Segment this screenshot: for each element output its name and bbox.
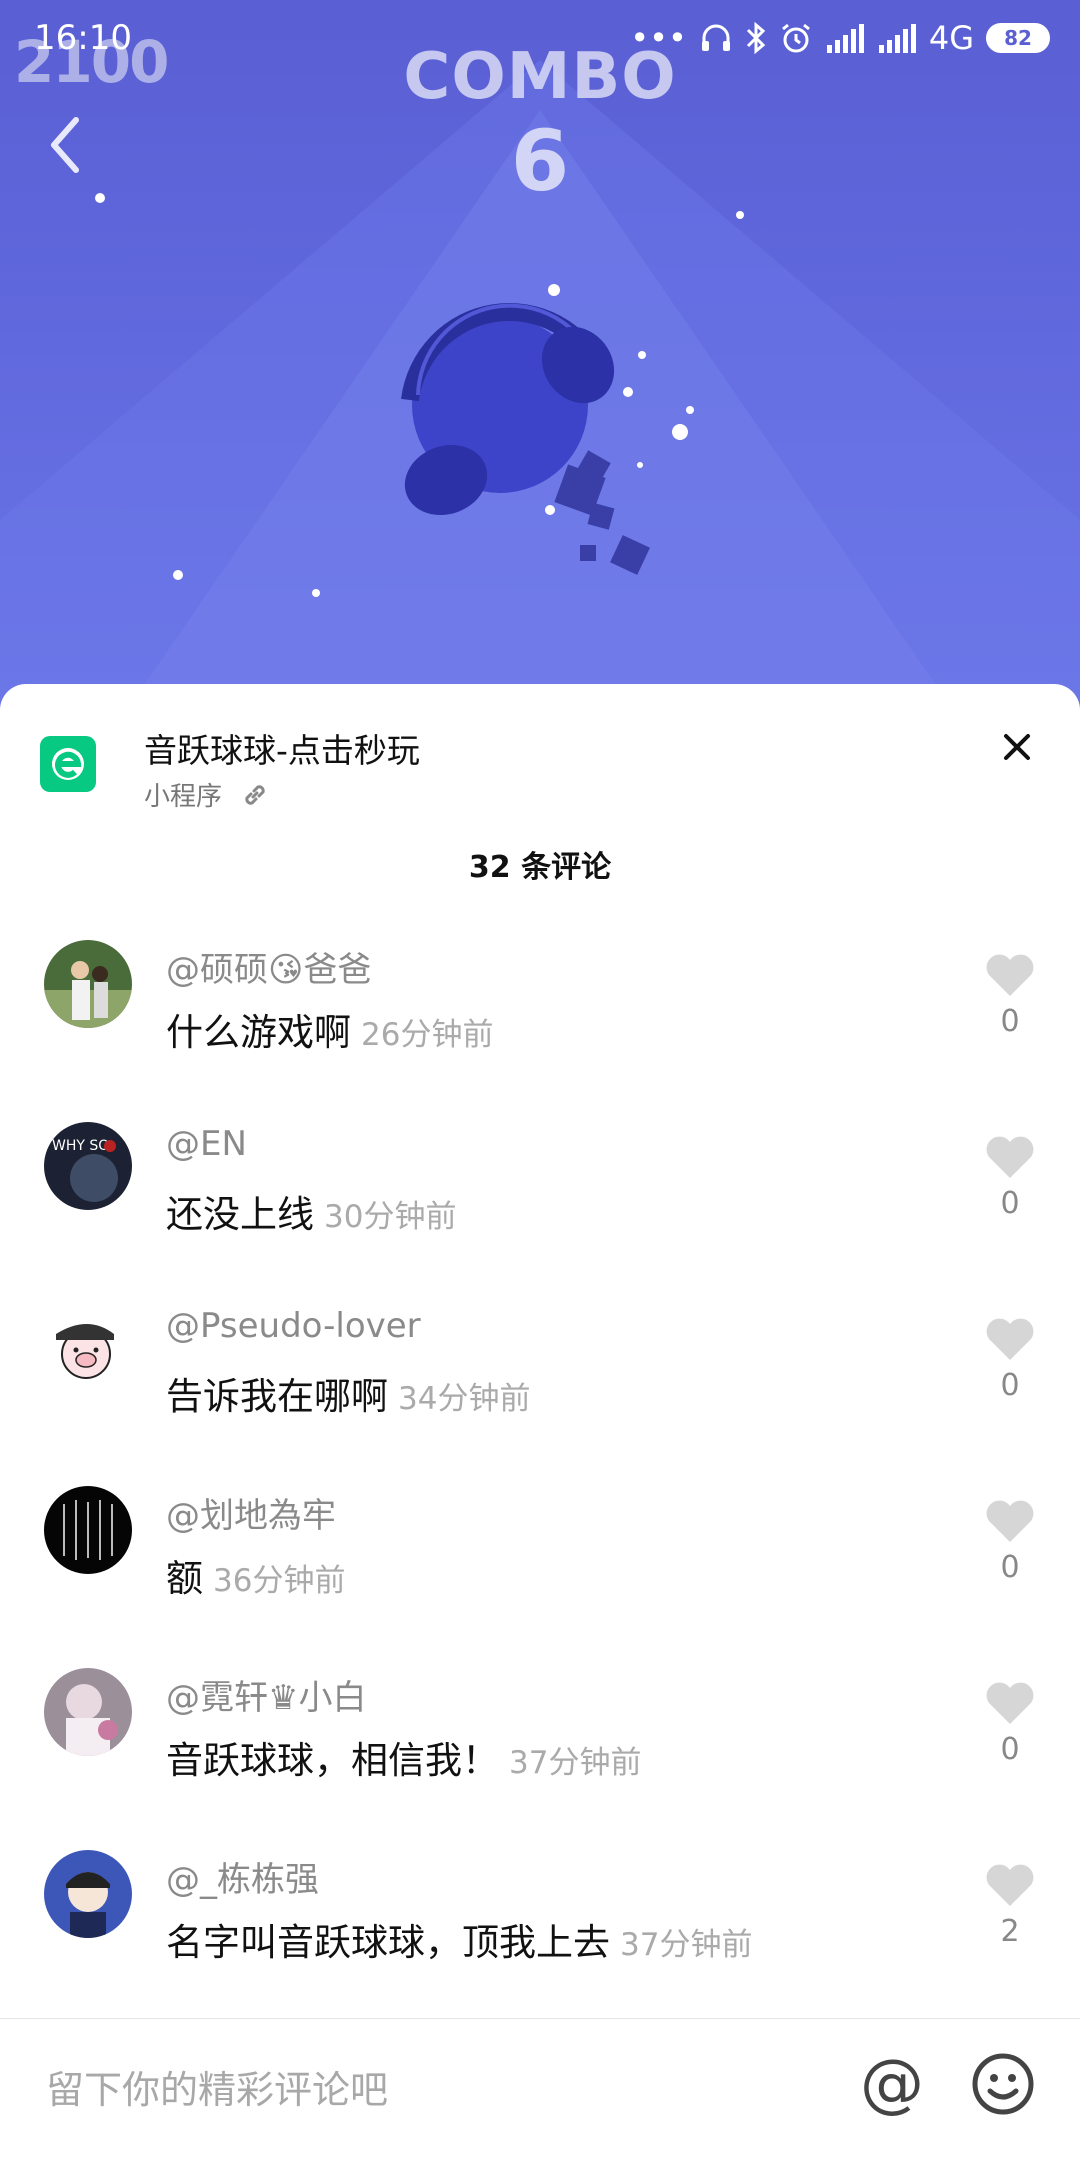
comment-body: 额 36分钟前 [166,1548,345,1602]
like-count: 0 [1000,1732,1020,1767]
comment-body: 名字叫音跃球球，顶我上去 37分钟前 [166,1912,752,1966]
battery-indicator: 82 [986,23,1050,53]
mention-button[interactable]: @ [860,2049,924,2119]
comment-input-bar: @ [0,2018,1080,2161]
heart-icon [986,954,1034,996]
avatar[interactable] [44,1668,132,1756]
like-count: 0 [1000,1186,1020,1221]
comment-time: 37分钟前 [509,1745,642,1781]
network-type: 4G [928,19,974,57]
emoji-icon[interactable] [970,2051,1036,2117]
avatar[interactable]: WHY SO [44,1122,132,1210]
heart-icon [986,1136,1034,1178]
comment-text: 名字叫音跃球球，顶我上去 [166,1921,610,1964]
comment-item[interactable]: @Pseudo-lover 告诉我在哪啊 34分钟前 0 [0,1288,1080,1470]
comment-time: 37分钟前 [620,1927,753,1963]
comment-item[interactable]: @_栋栋强 名字叫音跃球球，顶我上去 37分钟前 2 [0,1834,1080,2016]
more-dots-icon: ••• [630,19,687,57]
comment-text: 还没上线 [166,1193,314,1236]
signal-icon [826,24,864,53]
heart-icon [986,1864,1034,1906]
mini-program-type: 小程序 [144,782,223,812]
link-icon [245,784,265,805]
comment-item[interactable]: WHY SO @EN 还没上线 30分钟前 0 [0,1106,1080,1288]
like-count: 0 [1000,1368,1020,1403]
comment-time: 30分钟前 [324,1199,457,1235]
comment-text: 告诉我在哪啊 [166,1375,388,1418]
avatar[interactable] [44,1850,132,1938]
comment-text: 音跃球球，相信我！ [166,1739,499,1782]
like-button[interactable]: 0 [980,952,1040,1039]
comment-input[interactable] [44,2059,828,2121]
comment-body: 什么游戏啊 26分钟前 [166,1002,493,1056]
close-button[interactable] [992,722,1042,772]
avatar[interactable] [44,940,132,1028]
status-icons: ••• 4G 82 [630,16,1050,60]
comment-text: 额 [166,1557,203,1600]
comments-count-title: 32 条评论 [468,850,612,885]
combo-value: 6 [510,112,570,210]
mini-program-card[interactable]: 音跃球球-点击秒玩 小程序 [0,684,1080,834]
like-count: 0 [1000,1004,1020,1039]
app-e-icon [52,748,84,780]
avatar[interactable] [44,1486,132,1574]
status-bar: 16:10 ••• 4G 82 [0,0,1080,76]
like-button[interactable]: 0 [980,1680,1040,1767]
comment-time: 34分钟前 [398,1381,531,1417]
like-button[interactable]: 0 [980,1316,1040,1403]
back-button[interactable] [40,110,90,180]
comment-username[interactable]: @划地為牢 [166,1488,336,1537]
game-preview: 2100 COMBO 6 16:10 ••• 4G 82 [0,0,1080,720]
bluetooth-icon [746,21,766,55]
signal-icon-2 [878,24,916,53]
comment-text: 什么游戏啊 [166,1011,351,1054]
comment-body: 告诉我在哪啊 34分钟前 [166,1366,530,1420]
comment-item[interactable]: @硕硕😘爸爸 什么游戏啊 26分钟前 0 [0,924,1080,1106]
like-button[interactable]: 2 [980,1862,1040,1949]
alarm-icon [781,23,810,53]
comments-sheet: 音跃球球-点击秒玩 小程序 32 条评论 @硕硕😘爸爸 什么游戏啊 26分钟前 0… [0,684,1080,2160]
status-time: 16:10 [34,18,132,58]
comment-item[interactable]: @划地為牢 额 36分钟前 0 [0,1470,1080,1652]
comment-time: 36分钟前 [213,1563,346,1599]
headset-icon [701,24,730,51]
comment-list: @硕硕😘爸爸 什么游戏啊 26分钟前 0 WHY SO @EN 还没上线 30分钟前… [0,924,1080,2016]
heart-icon [986,1500,1034,1542]
like-count: 0 [1000,1550,1020,1585]
like-count: 2 [1000,1914,1020,1949]
like-button[interactable]: 0 [980,1498,1040,1585]
comment-username[interactable]: @Pseudo-lover [166,1306,421,1346]
heart-icon [986,1318,1034,1360]
mini-program-logo [40,736,96,792]
mini-program-title: 音跃球球-点击秒玩 [144,731,420,770]
avatar[interactable] [44,1304,132,1392]
comment-time: 26分钟前 [361,1017,494,1053]
comment-item[interactable]: @霓轩♛小白 音跃球球，相信我！ 37分钟前 0 [0,1652,1080,1834]
comment-username[interactable]: @_栋栋强 [166,1852,319,1901]
comment-username[interactable]: @EN [166,1124,247,1164]
like-button[interactable]: 0 [980,1134,1040,1221]
svg-text:WHY SO: WHY SO [52,1138,109,1154]
comment-username[interactable]: @硕硕😘爸爸 [166,942,371,991]
heart-icon [986,1682,1034,1724]
comment-body: 音跃球球，相信我！ 37分钟前 [166,1730,641,1784]
comment-body: 还没上线 30分钟前 [166,1184,456,1238]
comment-username[interactable]: @霓轩♛小白 [166,1670,366,1719]
mini-program-subtitle: 小程序 [144,776,270,813]
